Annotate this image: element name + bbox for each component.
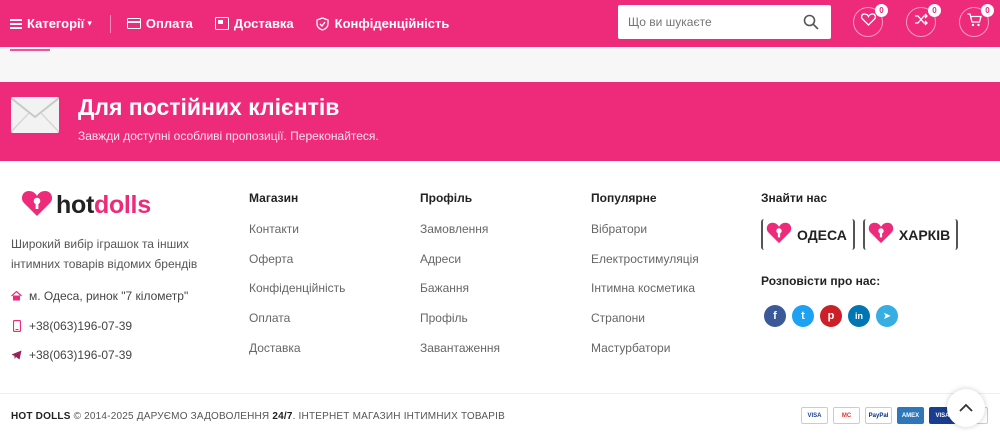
phone-text: +38(063)196-07-39: [29, 319, 133, 333]
active-indicator: [10, 49, 50, 51]
top-navbar: Категорії ▾ Оплата Доставка Конфіденційн…: [0, 0, 1000, 47]
footer-column-shop: Магазин Контакти Оферта Конфіденційність…: [249, 191, 345, 369]
envelope-icon: [10, 97, 60, 138]
footer-column-profile: Профіль Замовлення Адреси Бажання Профіл…: [420, 191, 500, 369]
hamburger-icon: [10, 18, 22, 29]
twitter-icon[interactable]: t: [792, 305, 814, 327]
footer-link[interactable]: Страпони: [591, 310, 699, 340]
compare-button[interactable]: 0: [906, 4, 941, 37]
footer-link[interactable]: Доставка: [249, 340, 345, 370]
footer-link[interactable]: Замовлення: [420, 221, 500, 251]
footer-link[interactable]: Мастурбатори: [591, 340, 699, 370]
site-logo[interactable]: hotdolls: [21, 189, 151, 222]
footer-link[interactable]: Оферта: [249, 251, 345, 281]
logo-text: hotdolls: [56, 191, 151, 219]
wishlist-button[interactable]: 0: [853, 4, 888, 37]
cart-icon: [967, 12, 982, 32]
footer-link[interactable]: Вібратори: [591, 221, 699, 251]
footer-link[interactable]: Оплата: [249, 310, 345, 340]
visa-icon: VISA: [801, 407, 828, 424]
linkedin-icon[interactable]: in: [848, 305, 870, 327]
categories-menu-button[interactable]: Категорії ▾: [10, 16, 92, 31]
column-title: Популярне: [591, 191, 657, 205]
pinterest-icon[interactable]: p: [820, 305, 842, 327]
nav-payment-label: Оплата: [145, 16, 193, 31]
shuffle-icon: [914, 13, 929, 31]
banner-subtitle: Завжди доступні особливі пропозиції. Пер…: [78, 129, 379, 143]
amex-icon: AMEX: [897, 407, 924, 424]
city-name: ХАРКІВ: [898, 226, 951, 243]
nav-payment-link[interactable]: Оплата: [126, 16, 193, 31]
column-title: Профіль: [420, 191, 473, 205]
find-us-title: Знайти нас: [761, 191, 827, 205]
address-text: м. Одеса, ринок "7 кілометр": [29, 289, 189, 303]
home-icon: [11, 291, 22, 301]
telegram-text: +38(063)196-07-39: [29, 348, 133, 362]
footer-link[interactable]: Адреси: [420, 251, 500, 281]
search-box: [618, 5, 831, 39]
heart-lock-icon: [21, 189, 53, 222]
search-input[interactable]: [618, 15, 788, 29]
footer-link[interactable]: Інтимна косметика: [591, 280, 699, 310]
social-share-buttons: f t p in ➤: [764, 305, 904, 327]
footer-link[interactable]: Профіль: [420, 310, 500, 340]
telegram-item[interactable]: +38(063)196-07-39: [11, 348, 132, 362]
share-title: Розповісти про нас:: [761, 274, 881, 288]
nav-privacy-link[interactable]: Конфіденційність: [316, 16, 450, 31]
city-kharkiv-button[interactable]: ХАРКІВ: [862, 219, 959, 250]
delivery-icon: [214, 17, 229, 30]
search-icon[interactable]: [803, 14, 819, 35]
shield-icon: [316, 16, 330, 31]
city-links: ОДЕСА ХАРКІВ: [761, 219, 966, 250]
telegram-share-icon[interactable]: ➤: [876, 305, 898, 327]
facebook-icon[interactable]: f: [764, 305, 786, 327]
footer-link[interactable]: Завантаження: [420, 340, 500, 370]
nav-privacy-label: Конфіденційність: [334, 16, 450, 31]
mastercard-icon: MC: [833, 407, 860, 424]
store-description: Широкий вибір іграшок та інших інтимних …: [11, 237, 198, 271]
city-name: ОДЕСА: [797, 226, 847, 243]
categories-label: Категорії: [27, 16, 85, 31]
content-spacer: [0, 47, 1000, 82]
wishlist-count-badge: 0: [875, 4, 888, 17]
compare-count-badge: 0: [928, 4, 941, 17]
banner-title: Для постійних клієнтів: [78, 94, 340, 120]
heart-lock-icon: [766, 221, 792, 249]
cart-button[interactable]: 0: [959, 4, 994, 37]
scroll-to-top-button[interactable]: [947, 389, 985, 427]
heart-lock-icon: [868, 221, 894, 249]
phone-icon: [11, 320, 22, 332]
chevron-up-icon: [959, 399, 973, 417]
nav-delivery-label: Доставка: [233, 16, 294, 31]
telegram-icon: [11, 350, 22, 360]
footer-link[interactable]: Бажання: [420, 280, 500, 310]
footer-column-popular: Популярне Вібратори Електростимуляція Ін…: [591, 191, 699, 369]
address-item: м. Одеса, ринок "7 кілометр": [11, 289, 188, 303]
column-title: Магазин: [249, 191, 299, 205]
footer-link[interactable]: Електростимуляція: [591, 251, 699, 281]
footer-link[interactable]: Конфіденційність: [249, 280, 345, 310]
loyalty-banner: Для постійних клієнтів Завжди доступні о…: [0, 82, 1000, 161]
city-odesa-button[interactable]: ОДЕСА: [761, 219, 855, 250]
footer-link[interactable]: Контакти: [249, 221, 345, 251]
chevron-down-icon: ▾: [87, 18, 92, 28]
footer-divider: [0, 393, 1000, 394]
heart-icon: [860, 13, 876, 31]
card-icon: [126, 18, 141, 30]
paypal-icon: PayPal: [865, 407, 892, 424]
nav-delivery-link[interactable]: Доставка: [214, 16, 294, 31]
copyright-text: HOT DOLLS © 2014-2025 ДАРУЄМО ЗАДОВОЛЕНН…: [11, 411, 505, 422]
divider: [109, 14, 111, 33]
phone-item[interactable]: +38(063)196-07-39: [11, 319, 132, 333]
cart-count-badge: 0: [981, 4, 994, 17]
